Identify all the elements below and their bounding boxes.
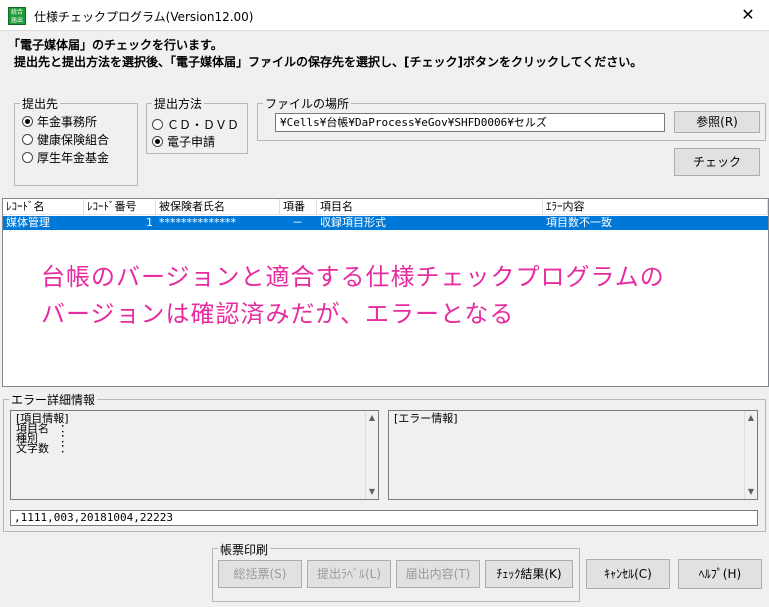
item-info-scrollbar[interactable]: ▲ ▼: [365, 411, 378, 499]
list-header: ﾚｺｰﾄﾞ名 ﾚｺｰﾄﾞ番号 被保険者氏名 項番 項目名 ｴﾗｰ内容: [3, 199, 768, 215]
cancel-button[interactable]: ｷｬﾝｾﾙ(C): [586, 559, 670, 589]
error-info-heading: [エラー情報]: [394, 412, 458, 425]
cell-insured-name: **************: [159, 216, 236, 229]
filing-content-button[interactable]: 届出内容(T): [396, 560, 480, 588]
radio-indicator: [152, 136, 163, 147]
scroll-down-icon[interactable]: ▼: [366, 487, 378, 497]
scroll-up-icon[interactable]: ▲: [366, 413, 378, 423]
radio-cd-dvd[interactable]: ＣＤ・ＤＶＤ: [152, 116, 239, 133]
radio-indicator: [22, 152, 33, 163]
radio-label: 健康保険組合: [37, 133, 110, 147]
radio-pension-fund[interactable]: 厚生年金基金: [22, 149, 109, 166]
error-info-panel[interactable]: [エラー情報] ▲ ▼: [388, 410, 758, 500]
column-header-record-name[interactable]: ﾚｺｰﾄﾞ名: [3, 199, 84, 215]
radio-indicator: [152, 119, 163, 130]
radio-health-insurance[interactable]: 健康保険組合: [22, 131, 109, 148]
column-header-record-number[interactable]: ﾚｺｰﾄﾞ番号: [84, 199, 156, 215]
window-title: 仕様チェックプログラム(Version12.00): [34, 10, 254, 24]
radio-nenkin-office[interactable]: 年金事務所: [22, 113, 97, 130]
column-header-error-content[interactable]: ｴﾗｰ内容: [543, 199, 768, 215]
radio-electronic[interactable]: 電子申請: [152, 133, 215, 150]
cell-error-content: 項目数不一致: [546, 216, 612, 229]
close-button[interactable]: ✕: [733, 4, 763, 26]
cell-item-name: 収録項目形式: [320, 216, 386, 229]
intro-line-2: 提出先と提出方法を選択後、「電子媒体届」ファイルの保存先を選択し、[チェック]ボ…: [14, 55, 643, 69]
error-list[interactable]: ﾚｺｰﾄﾞ名 ﾚｺｰﾄﾞ番号 被保険者氏名 項番 項目名 ｴﾗｰ内容 媒体管理 …: [2, 198, 769, 387]
scroll-up-icon[interactable]: ▲: [745, 413, 757, 423]
submit-method-label: 提出方法: [152, 95, 205, 112]
table-row[interactable]: 媒体管理 1 ************** － 収録項目形式 項目数不一致: [3, 216, 768, 230]
app-icon-text: 統合届出: [10, 9, 23, 24]
file-path-field[interactable]: ¥Cells¥台帳¥DaProcess¥eGov¥SHFD0006¥セルズ: [275, 113, 665, 132]
submit-label-button[interactable]: 提出ﾗﾍﾞﾙ(L): [307, 560, 391, 588]
radio-label: 電子申請: [167, 135, 216, 149]
intro-line-1: 「電子媒体届」のチェックを行います。: [8, 38, 223, 52]
radio-indicator: [22, 116, 33, 127]
print-label: 帳票印刷: [218, 541, 271, 558]
error-details-label: エラー詳細情報: [9, 391, 98, 408]
summary-sheet-button[interactable]: 総括票(S): [218, 560, 302, 588]
item-info-panel[interactable]: [項目情報] 項目名 ： 種別 ： 文字数 ： ▲ ▼: [10, 410, 379, 500]
help-button[interactable]: ﾍﾙﾌﾟ(H): [678, 559, 762, 589]
column-header-insured-name[interactable]: 被保険者氏名: [156, 199, 280, 215]
check-button[interactable]: チェック: [674, 148, 760, 176]
cell-record-name: 媒体管理: [6, 216, 50, 229]
annotation-line-2: バージョンは確認済みだが、エラーとなる: [41, 300, 515, 328]
cell-item-no: －: [292, 216, 303, 229]
column-header-item-name[interactable]: 項目名: [317, 199, 543, 215]
check-result-button[interactable]: ﾁｪｯｸ結果(K): [485, 560, 573, 588]
app-icon: 統合届出: [8, 7, 26, 25]
scroll-down-icon[interactable]: ▼: [745, 487, 757, 497]
raw-record-field[interactable]: ,1111,003,20181004,22223: [10, 510, 758, 526]
cell-record-number: 1: [146, 216, 153, 229]
browse-button[interactable]: 参照(R): [674, 111, 760, 133]
radio-label: 厚生年金基金: [37, 151, 110, 165]
radio-label: 年金事務所: [37, 115, 98, 129]
annotation-line-1: 台帳のバージョンと適合する仕様チェックプログラムの: [41, 263, 665, 291]
column-header-item-no[interactable]: 項番: [280, 199, 317, 215]
item-info-line: 文字数 ：: [16, 442, 71, 455]
file-location-label: ファイルの場所: [263, 95, 352, 112]
error-info-scrollbar[interactable]: ▲ ▼: [744, 411, 757, 499]
radio-label: ＣＤ・ＤＶＤ: [167, 118, 240, 132]
radio-indicator: [22, 134, 33, 145]
submit-to-label: 提出先: [20, 95, 61, 112]
